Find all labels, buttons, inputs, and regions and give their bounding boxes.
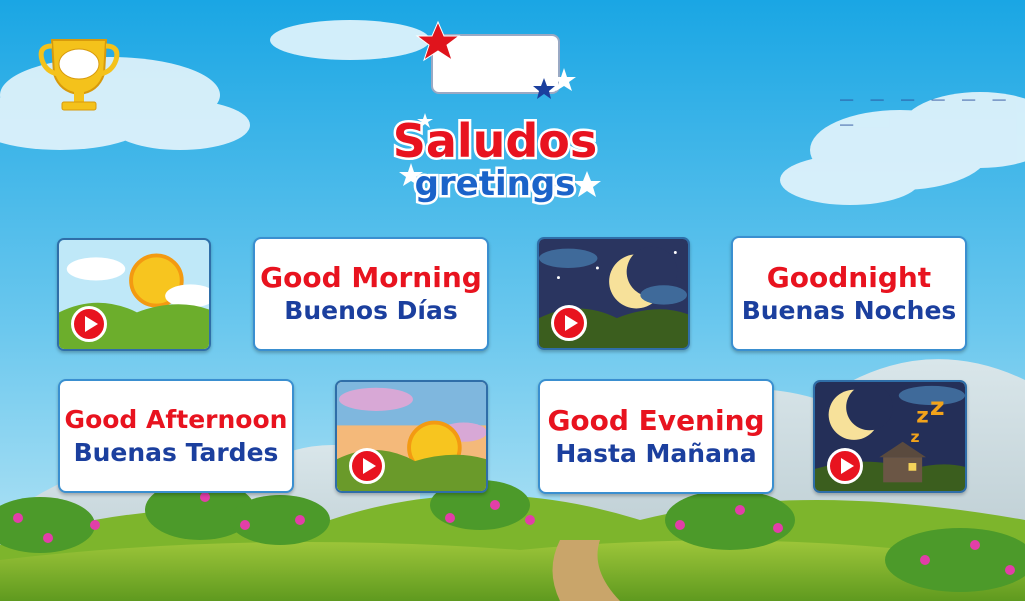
svg-text:z: z xyxy=(916,404,928,429)
card-good-morning[interactable]: Good Morning Buenos Días xyxy=(253,237,489,351)
svg-text:z: z xyxy=(910,428,919,446)
card-english-label: Goodnight xyxy=(766,260,932,294)
card-good-evening[interactable]: Good Evening Hasta Mañana xyxy=(538,379,774,494)
play-icon[interactable] xyxy=(827,448,863,484)
thumbnail-afternoon[interactable] xyxy=(335,380,488,493)
card-good-afternoon[interactable]: Good Afternoon Buenas Tardes xyxy=(58,379,294,493)
play-icon[interactable] xyxy=(551,305,587,341)
svg-text:z: z xyxy=(930,392,945,421)
thumbnail-night[interactable] xyxy=(537,237,690,350)
play-icon[interactable] xyxy=(71,306,107,342)
card-spanish-label: Buenas Noches xyxy=(741,295,957,325)
card-goodnight[interactable]: Goodnight Buenas Noches xyxy=(731,236,967,351)
card-spanish-label: Buenos Días xyxy=(284,296,458,325)
card-spanish-label: Hasta Mañana xyxy=(555,438,757,468)
play-icon[interactable] xyxy=(349,448,385,484)
title-sub: gretings xyxy=(415,164,576,204)
title-main: Saludos xyxy=(393,114,598,168)
thumbnail-morning[interactable] xyxy=(57,238,211,351)
card-english-label: Good Evening xyxy=(547,403,765,437)
card-english-label: Good Afternoon xyxy=(64,405,288,434)
trophy-icon[interactable] xyxy=(38,34,120,112)
card-english-label: Good Morning xyxy=(260,261,482,294)
star-icon xyxy=(415,20,576,99)
word-blanks: _ _ _ _ _ _ _ xyxy=(840,76,1008,126)
title-logo: Saludos gretings xyxy=(375,105,615,210)
card-spanish-label: Buenas Tardes xyxy=(73,438,279,467)
thumbnail-evening[interactable]: z z z xyxy=(813,380,967,493)
